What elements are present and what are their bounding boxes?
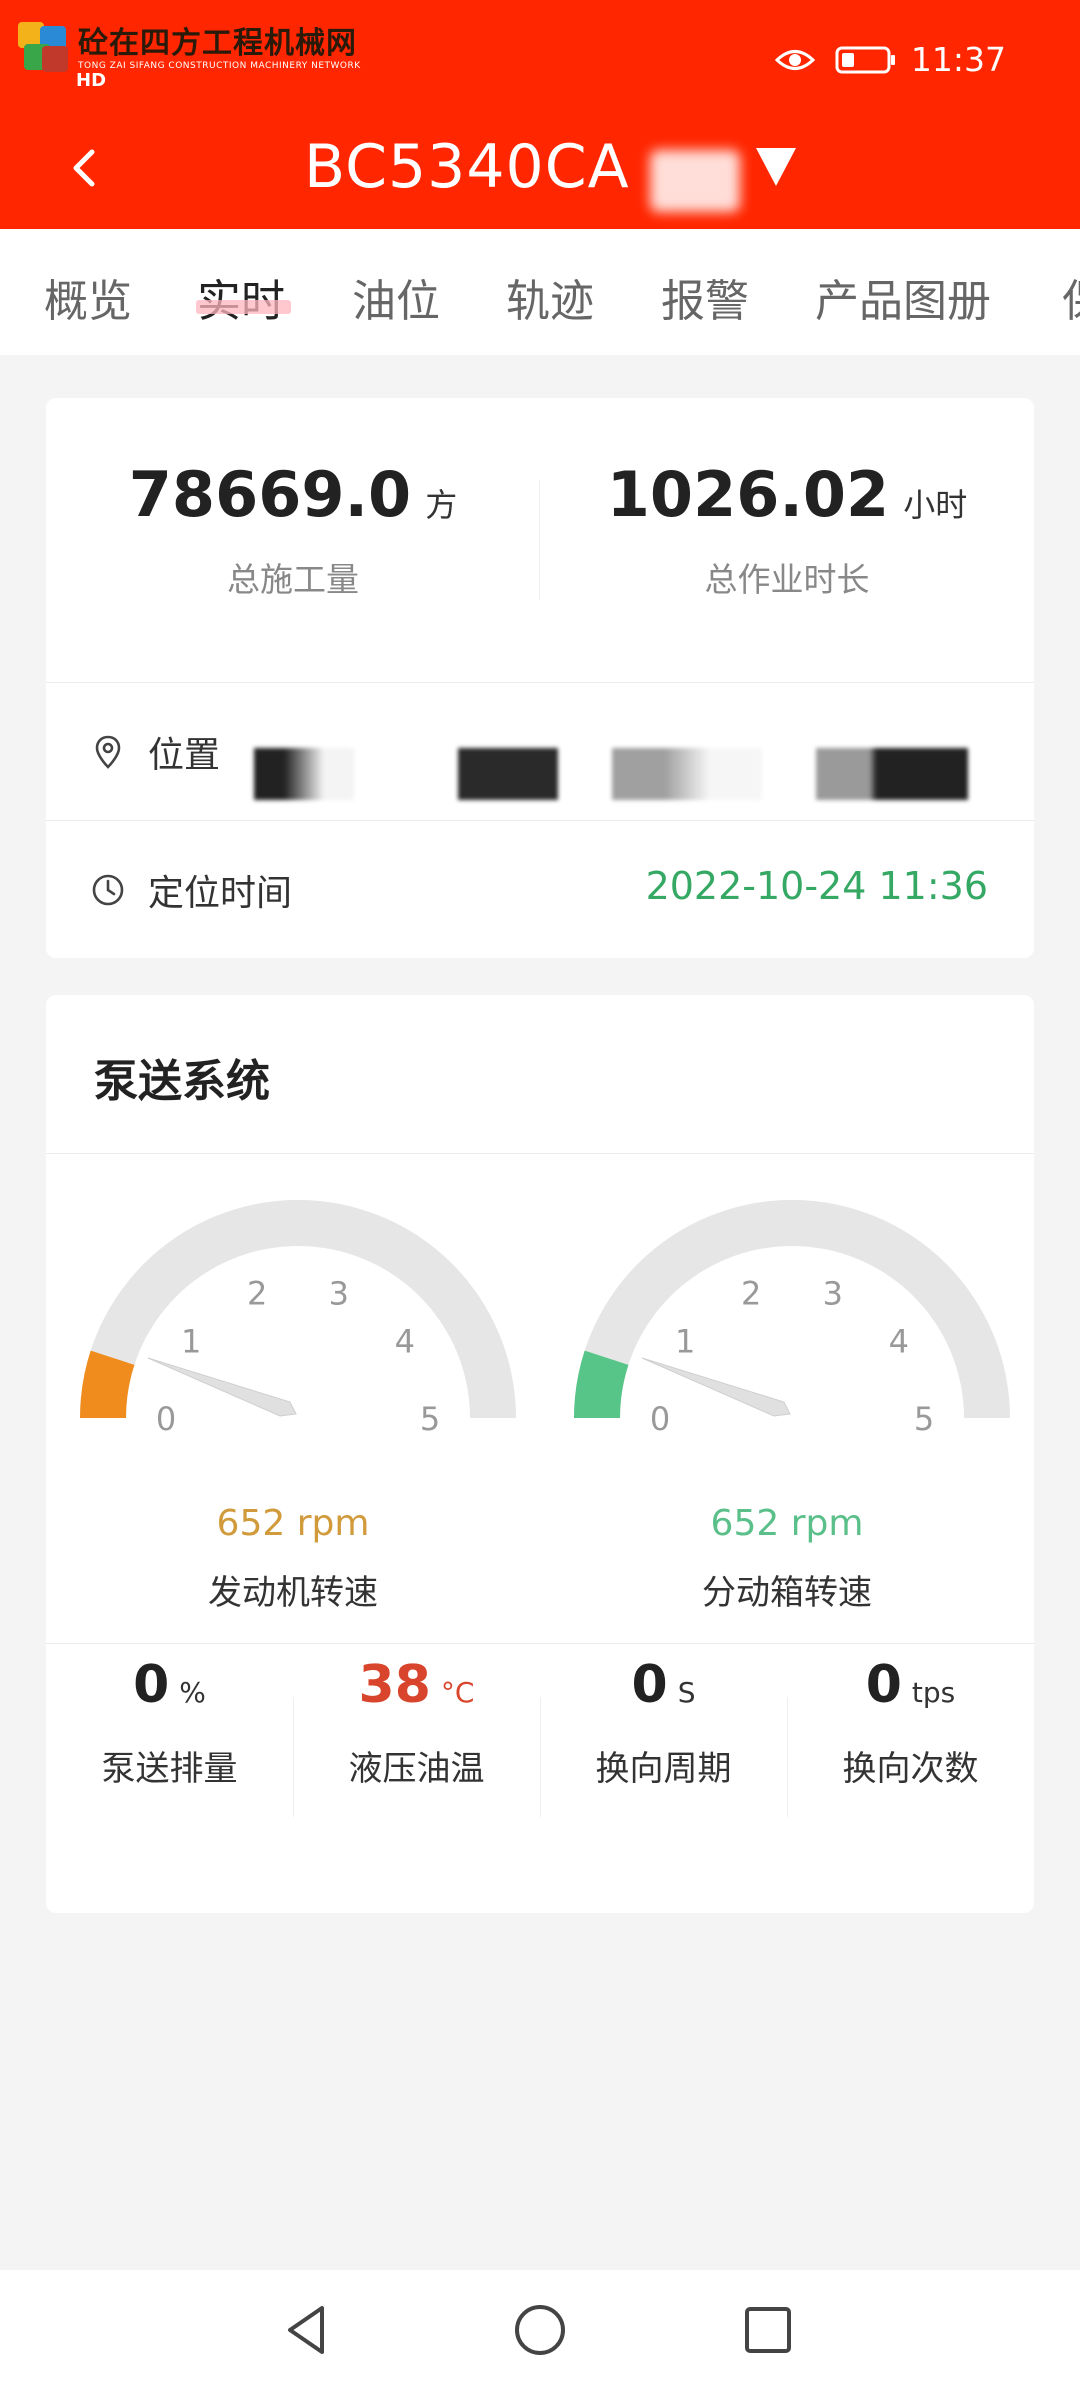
engine-speed-gauge: 0 1 2 3 4 5 <box>58 1180 538 1438</box>
watermark-en: TONG ZAI SIFANG CONSTRUCTION MACHINERY N… <box>78 61 361 71</box>
pump-displacement-value: 0 <box>133 1655 170 1715</box>
summary-card: 78669.0 方 总施工量 1026.02 小时 总作业时长 位置 定位时间 … <box>46 398 1034 958</box>
divider <box>46 1643 1034 1644</box>
total-volume-stat: 78669.0 方 总施工量 <box>46 458 540 601</box>
tab-alarm[interactable]: 报警 <box>661 265 749 329</box>
location-time-value: 2022-10-24 11:36 <box>645 864 988 908</box>
reversing-cycle-metric: 0S 换向周期 <box>540 1655 787 1790</box>
gauge-tick-label: 4 <box>889 1322 909 1360</box>
redacted-location <box>816 748 968 800</box>
gauge-tick-label: 2 <box>247 1274 267 1312</box>
total-volume-label: 总施工量 <box>227 560 359 599</box>
total-hours-unit: 小时 <box>903 486 968 524</box>
nav-bar: BC5340CA <box>0 120 1080 229</box>
back-triangle-icon[interactable] <box>278 2300 338 2360</box>
location-pin-icon <box>95 735 121 769</box>
page-title: BC5340CA <box>304 132 630 202</box>
gauge-tick-label: 1 <box>675 1322 695 1360</box>
gauge-tick-label: 1 <box>181 1322 201 1360</box>
transfer-case-speed-label: 分动箱转速 <box>702 1573 872 1613</box>
gauge-tick-label: 2 <box>741 1274 761 1312</box>
header: 砼在四方工程机械网 TONG ZAI SIFANG CONSTRUCTION M… <box>0 0 1080 229</box>
clock: 11:37 <box>910 40 1006 79</box>
tab-bar: 概览 实时 油位 轨迹 报警 产品图册 保 <box>0 229 1080 355</box>
pump-displacement-label: 泵送排量 <box>101 1749 238 1789</box>
gauge-tick-label: 4 <box>395 1322 415 1360</box>
network-badge: HD <box>76 70 107 91</box>
pump-system-card: 泵送系统 0 1 2 3 4 5 0 1 2 3 4 5 652 rpm 发动机转速 652 rpm… <box>46 995 1034 1913</box>
gauge-track <box>79 1199 516 1418</box>
reversing-count-value: 0 <box>865 1655 902 1715</box>
engine-speed-gauge-svg: 0 1 2 3 4 5 <box>79 1199 516 1438</box>
redacted-location <box>612 748 762 800</box>
battery-icon <box>835 46 895 73</box>
total-hours-value: 1026.02 <box>606 458 890 531</box>
back-arrow-icon[interactable] <box>58 138 108 198</box>
tab-realtime[interactable]: 实时 <box>197 265 285 329</box>
reversing-count-metric: 0 tps 换向次数 <box>787 1655 1034 1790</box>
divider <box>46 1153 1034 1154</box>
tab-oil-level[interactable]: 油位 <box>352 265 440 329</box>
gauge-tick-label: 0 <box>650 1400 670 1438</box>
redacted-title-part <box>650 150 740 212</box>
location-row[interactable]: 位置 <box>46 682 1034 820</box>
status-bar: 砼在四方工程机械网 TONG ZAI SIFANG CONSTRUCTION M… <box>0 0 1080 120</box>
location-time-label: 定位时间 <box>148 873 293 914</box>
gauge-tick-label: 3 <box>329 1274 349 1312</box>
tab-active-indicator <box>196 300 291 314</box>
tab-track[interactable]: 轨迹 <box>506 265 594 329</box>
transfer-case-speed-gauge: 0 1 2 3 4 5 <box>552 1180 1032 1438</box>
engine-speed-label: 发动机转速 <box>208 1573 378 1613</box>
hydraulic-oil-temp-metric: 38 °C 液压油温 <box>293 1655 540 1790</box>
recents-square-icon[interactable] <box>738 2300 798 2360</box>
location-label: 位置 <box>148 735 221 776</box>
app: 砼在四方工程机械网 TONG ZAI SIFANG CONSTRUCTION M… <box>0 0 1080 2388</box>
gauge-tick-label: 3 <box>823 1274 843 1312</box>
gauge-tick-label: 5 <box>420 1400 440 1438</box>
hydraulic-oil-temp-unit: °C <box>440 1676 475 1709</box>
watermark-cn: 砼在四方工程机械网 <box>78 26 357 61</box>
gauge-tick-label: 5 <box>914 1400 934 1438</box>
reversing-cycle-label: 换向周期 <box>595 1749 732 1789</box>
total-volume-unit: 方 <box>425 486 458 524</box>
hydraulic-oil-temp-label: 液压油温 <box>348 1749 485 1789</box>
reversing-cycle-unit: S <box>677 1676 696 1709</box>
pump-displacement-unit: % <box>179 1676 206 1709</box>
tab-more[interactable]: 保 <box>1062 265 1080 329</box>
gauge-track <box>574 1199 1010 1418</box>
system-nav-bar <box>0 2270 1080 2388</box>
engine-speed-value: 652 rpm <box>216 1503 370 1544</box>
home-circle-icon[interactable] <box>510 2300 570 2360</box>
section-title: 泵送系统 <box>94 1056 270 1107</box>
transfer-case-speed-value: 652 rpm <box>710 1503 864 1544</box>
tab-product-catalog[interactable]: 产品图册 <box>815 265 991 329</box>
total-hours-stat: 1026.02 小时 总作业时长 <box>540 458 1034 601</box>
gauge-tick-label: 0 <box>156 1400 176 1438</box>
eye-icon <box>774 49 815 70</box>
reversing-count-label: 换向次数 <box>842 1749 979 1789</box>
reversing-cycle-value: 0 <box>631 1655 668 1715</box>
hydraulic-oil-temp-value: 38 <box>358 1655 431 1715</box>
location-time-row: 定位时间 2022-10-24 11:36 <box>46 820 1034 958</box>
pump-displacement-metric: 0% 泵送排量 <box>46 1655 293 1790</box>
transfer-case-speed-gauge-svg: 0 1 2 3 4 5 <box>574 1199 1010 1438</box>
total-hours-label: 总作业时长 <box>704 560 870 599</box>
watermark-logo-icon <box>18 22 72 76</box>
redacted-location <box>254 748 354 800</box>
watermark: 砼在四方工程机械网 TONG ZAI SIFANG CONSTRUCTION M… <box>18 22 361 76</box>
redacted-location <box>458 748 558 800</box>
reversing-count-unit: tps <box>911 1676 956 1709</box>
tab-overview[interactable]: 概览 <box>44 265 132 329</box>
total-volume-value: 78669.0 <box>128 458 412 531</box>
dropdown-triangle-icon[interactable] <box>748 142 804 194</box>
clock-icon <box>92 874 124 906</box>
